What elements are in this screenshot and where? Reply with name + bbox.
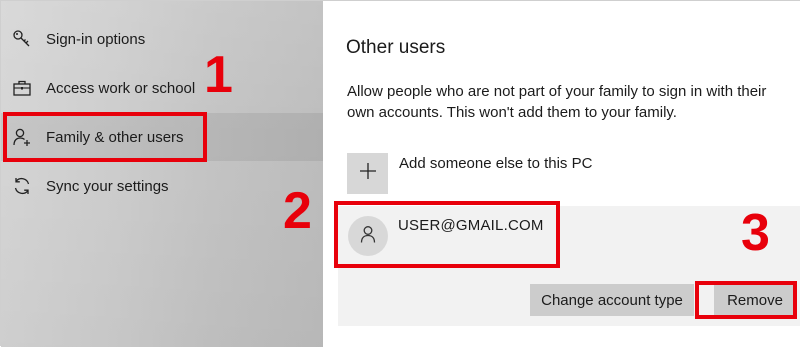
person-icon: [358, 224, 378, 249]
annotation-number-3: 3: [741, 204, 770, 262]
main-content: Other users Allow people who are not par…: [323, 1, 800, 347]
sync-icon: [11, 175, 33, 197]
remove-button[interactable]: Remove: [714, 284, 796, 316]
sidebar-item-access-work-or-school[interactable]: Access work or school: [1, 64, 323, 112]
key-icon: [11, 28, 33, 50]
settings-window: Sign-in options Access work or school Fa…: [0, 0, 800, 347]
add-someone-button[interactable]: Add someone else to this PC: [347, 153, 747, 195]
description-text: Allow people who are not part of your fa…: [347, 83, 767, 121]
plus-icon: [359, 162, 377, 185]
user-account-panel[interactable]: USER@GMAIL.COM Change account type Remov…: [338, 206, 800, 326]
sidebar-item-sign-in-options[interactable]: Sign-in options: [1, 15, 323, 63]
annotation-number-1: 1: [204, 46, 233, 104]
sidebar: Sign-in options Access work or school Fa…: [1, 1, 323, 347]
annotation-number-2: 2: [283, 182, 312, 240]
sidebar-item-label: Sign-in options: [46, 30, 146, 48]
sidebar-item-label: Sync your settings: [46, 177, 169, 195]
sidebar-item-family-other-users[interactable]: Family & other users: [1, 113, 323, 161]
page-title: Other users: [346, 37, 446, 58]
sidebar-item-label: Family & other users: [46, 128, 184, 146]
sidebar-item-label: Access work or school: [46, 79, 196, 97]
user-email: USER@GMAIL.COM: [398, 217, 544, 234]
briefcase-icon: [11, 77, 33, 99]
avatar: [348, 216, 388, 256]
add-icon-tile: [347, 153, 388, 194]
add-person-icon: [11, 126, 33, 148]
sidebar-item-sync-your-settings[interactable]: Sync your settings: [1, 162, 323, 210]
add-someone-label: Add someone else to this PC: [399, 155, 593, 172]
change-account-type-button[interactable]: Change account type: [530, 284, 694, 316]
